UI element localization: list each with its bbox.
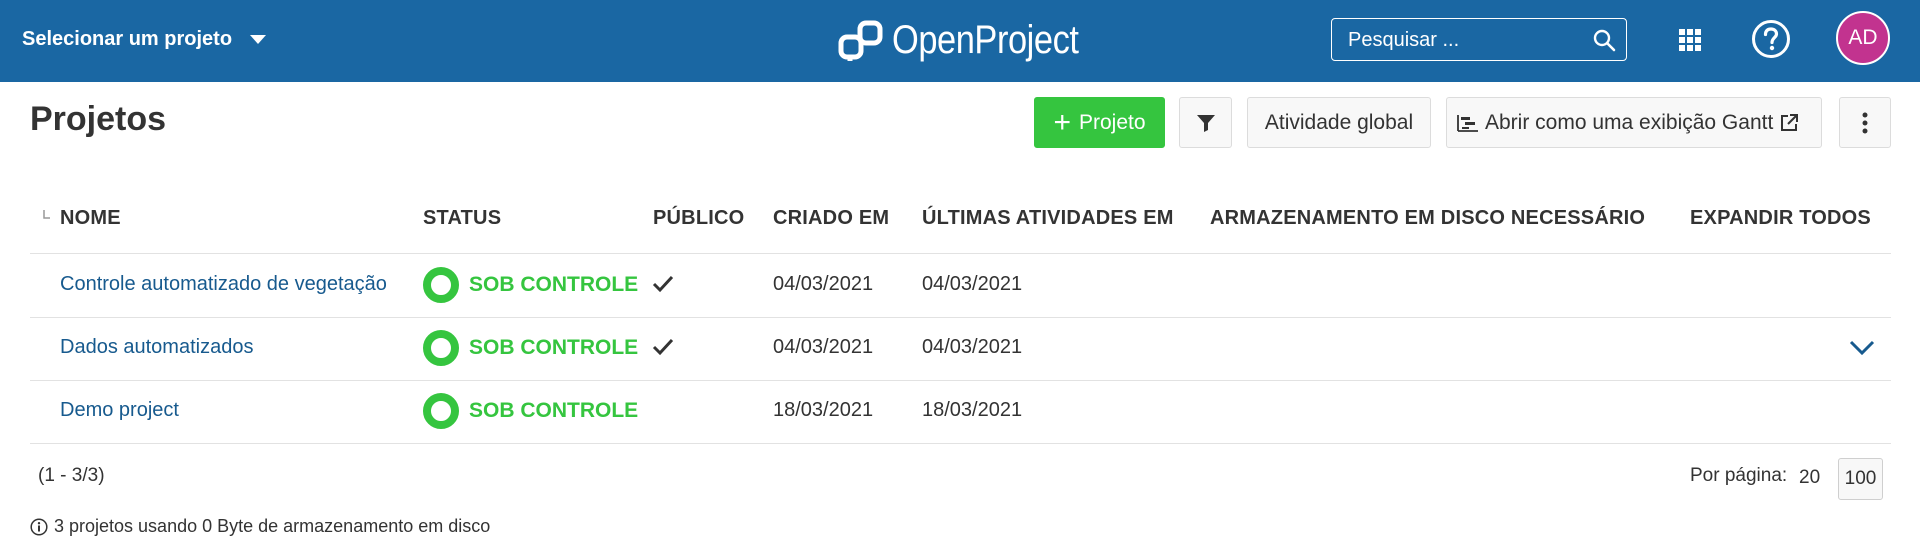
status-badge: SOB CONTROLE	[423, 267, 638, 303]
help-icon[interactable]	[1751, 19, 1791, 59]
search-input[interactable]	[1332, 19, 1600, 62]
project-selector-label: Selecionar um projeto	[22, 27, 233, 50]
per-page-option-20[interactable]: 20	[1799, 467, 1820, 489]
filter-button[interactable]	[1179, 97, 1232, 148]
hierarchy-icon[interactable]	[42, 209, 52, 225]
more-vertical-icon	[1862, 112, 1868, 133]
info-icon	[30, 517, 48, 536]
caret-down-icon	[250, 34, 267, 44]
last-activity-date: 18/03/2021	[922, 399, 1023, 421]
status-label: SOB CONTROLE	[469, 399, 639, 422]
chevron-down-icon[interactable]	[1849, 337, 1875, 357]
global-activity-label: Atividade global	[1264, 110, 1414, 134]
last-activity-date: 04/03/2021	[922, 273, 1023, 295]
status-dot-icon	[423, 267, 459, 303]
per-page-option-100[interactable]: 100	[1838, 458, 1883, 500]
created-date: 04/03/2021	[773, 273, 874, 295]
created-date: 04/03/2021	[773, 336, 874, 358]
divider	[30, 253, 1891, 254]
global-activity-button[interactable]: Atividade global	[1247, 97, 1431, 148]
filter-icon	[1196, 114, 1215, 132]
more-actions-button[interactable]	[1839, 97, 1891, 148]
status-badge: SOB CONTROLE	[423, 393, 638, 429]
expand-all-button[interactable]: EXPANDIR TODOS	[1690, 207, 1871, 230]
project-link[interactable]: Dados automatizados	[60, 336, 253, 359]
column-header-public[interactable]: PÚBLICO	[653, 207, 744, 230]
status-label: SOB CONTROLE	[469, 336, 639, 359]
column-header-last-activity[interactable]: ÚLTIMAS ATIVIDADES EM	[922, 207, 1174, 230]
divider	[30, 317, 1891, 318]
new-project-button[interactable]: + Projeto	[1034, 97, 1165, 148]
openproject-logo[interactable]: OpenProject	[838, 14, 1109, 66]
column-header-status[interactable]: STATUS	[423, 207, 501, 230]
disk-usage-note: 3 projetos usando 0 Byte de armazenament…	[30, 516, 490, 537]
column-header-name[interactable]: NOME	[60, 207, 121, 230]
gantt-icon	[1457, 114, 1478, 132]
divider	[30, 380, 1891, 381]
created-date: 18/03/2021	[773, 399, 874, 421]
page-title: Projetos	[30, 100, 167, 138]
new-project-label: Projeto	[1078, 110, 1146, 134]
project-link[interactable]: Controle automatizado de vegetação	[60, 273, 387, 296]
disk-usage-text: 3 projetos usando 0 Byte de armazenament…	[54, 516, 491, 536]
column-header-created[interactable]: CRIADO EM	[773, 207, 889, 230]
per-page-label: Por página:	[1690, 465, 1788, 486]
grid-icon[interactable]	[1678, 28, 1702, 52]
top-bar: Selecionar um projeto OpenProject AD	[0, 0, 1920, 82]
column-header-disk-storage[interactable]: ARMAZENAMENTO EM DISCO NECESSÁRIO	[1210, 207, 1645, 230]
status-badge: SOB CONTROLE	[423, 330, 638, 366]
avatar[interactable]: AD	[1836, 11, 1890, 65]
gantt-view-button[interactable]: Abrir como uma exibição Gantt	[1446, 97, 1822, 148]
gantt-view-label: Abrir como uma exibição Gantt	[1485, 110, 1774, 134]
logo-text: OpenProject	[892, 17, 1079, 62]
pagination-range: (1 - 3/3)	[38, 465, 105, 486]
search-box[interactable]	[1331, 18, 1627, 62]
external-link-icon	[1781, 113, 1799, 131]
check-icon	[652, 338, 674, 356]
project-link[interactable]: Demo project	[60, 399, 179, 422]
project-selector[interactable]: Selecionar um projeto	[22, 24, 267, 54]
search-icon[interactable]	[1592, 28, 1616, 52]
plus-icon: +	[1053, 105, 1071, 139]
check-icon	[652, 275, 674, 293]
status-dot-icon	[423, 393, 459, 429]
last-activity-date: 04/03/2021	[922, 336, 1023, 358]
status-label: SOB CONTROLE	[469, 273, 639, 296]
openproject-logo-icon	[838, 20, 883, 61]
status-dot-icon	[423, 330, 459, 366]
divider	[30, 443, 1891, 444]
